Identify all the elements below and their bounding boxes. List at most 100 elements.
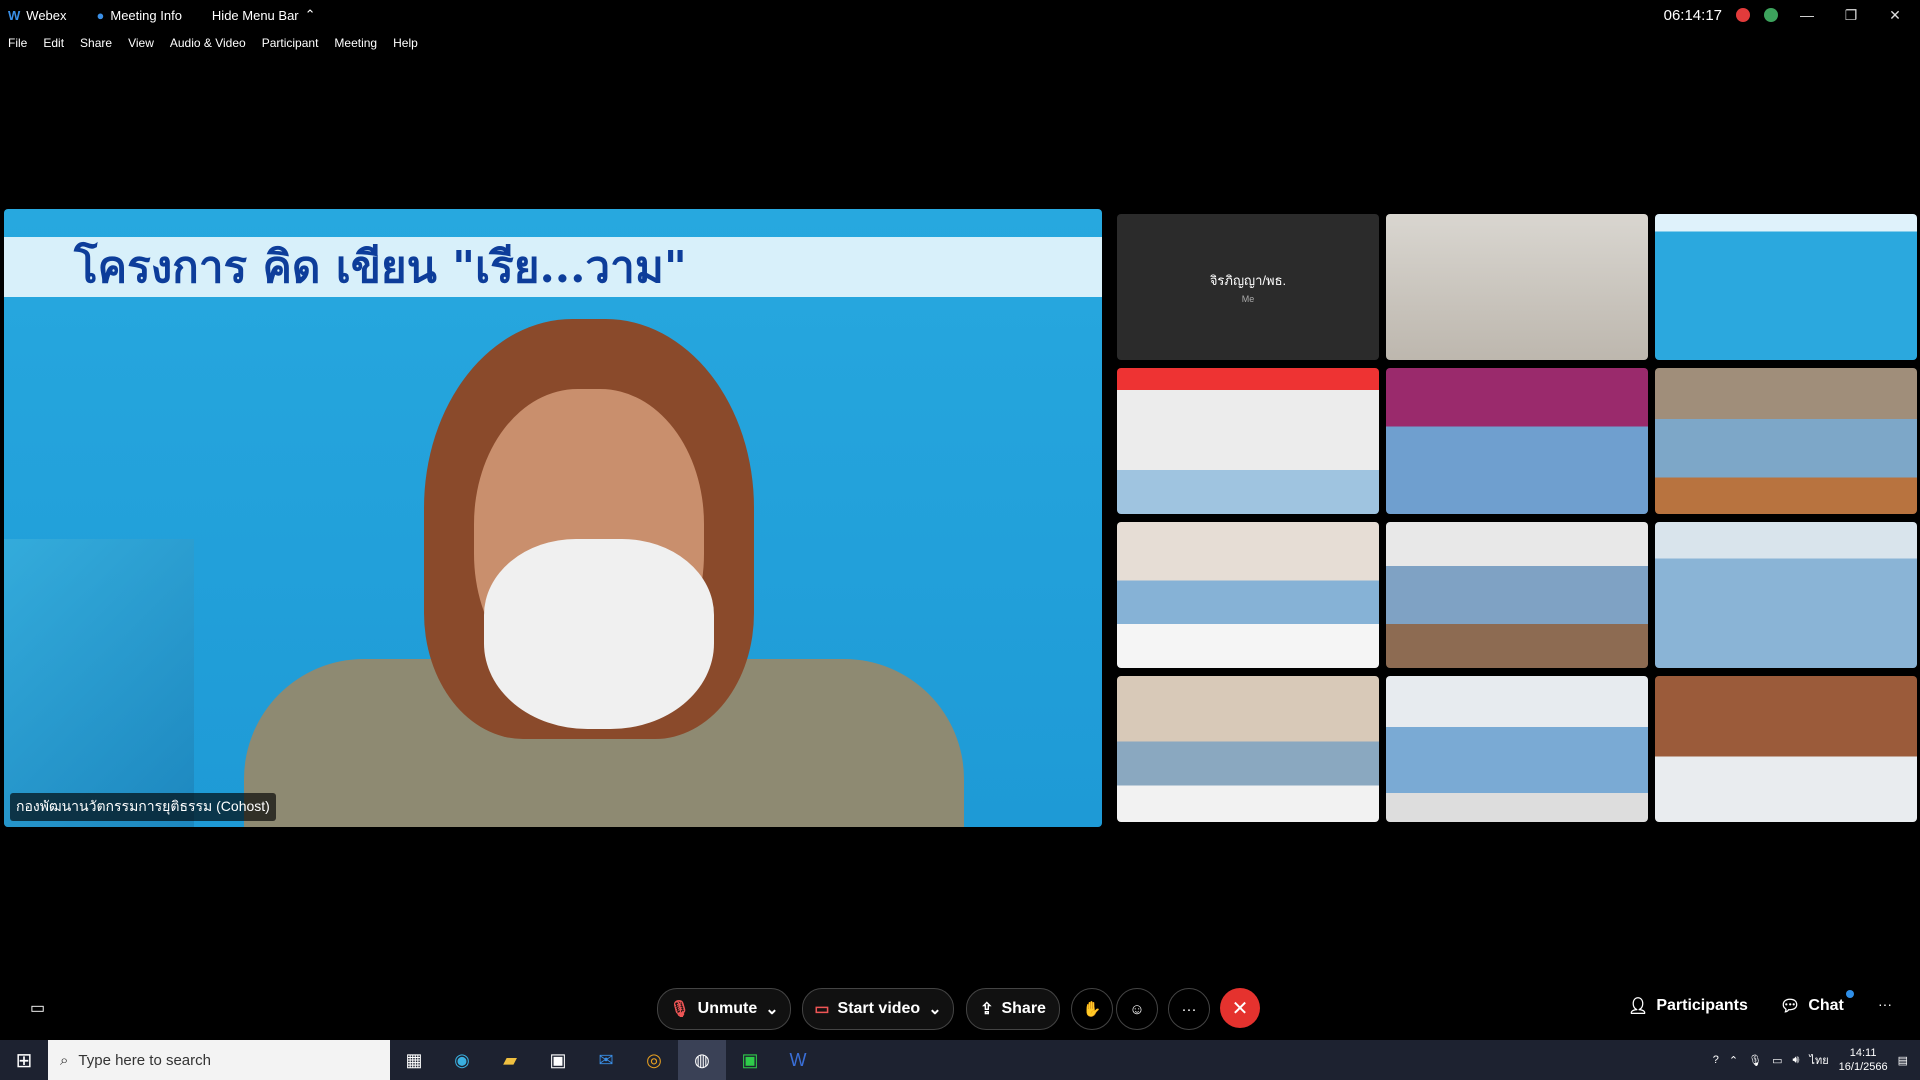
- chevron-up-icon[interactable]: ⌃: [1729, 1054, 1738, 1067]
- more-icon[interactable]: ···: [1878, 996, 1892, 1012]
- speaker-figure: [244, 319, 964, 827]
- avatar[interactable]: [1764, 8, 1778, 22]
- participant-tile[interactable]: [1655, 368, 1917, 514]
- store-icon[interactable]: ▣: [534, 1040, 582, 1080]
- taskbar-clock[interactable]: 14:11 16/1/2566: [1839, 1046, 1888, 1074]
- word-icon[interactable]: W: [774, 1040, 822, 1080]
- chat-label: Chat: [1808, 997, 1844, 1014]
- close-icon[interactable]: ✕: [1880, 7, 1910, 24]
- info-icon: ●: [96, 7, 105, 23]
- participant-tile[interactable]: [1117, 368, 1379, 514]
- close-icon: ✕: [1231, 997, 1249, 1020]
- webex-logo-icon: W: [8, 7, 21, 23]
- participant-tile[interactable]: [1655, 214, 1917, 360]
- menu-bar: File Edit Share View Audio & Video Parti…: [0, 32, 426, 54]
- mic-muted-icon: 🎙︎: [669, 1001, 690, 1018]
- banner-text: โครงการ คิด เขียน "เรีย...วาม": [4, 237, 1102, 297]
- more-icon: ···: [1181, 1000, 1197, 1018]
- search-icon: ⌕: [60, 1051, 69, 1069]
- help-icon[interactable]: ?: [1713, 1054, 1719, 1066]
- speaker-name-label: กองพัฒนานวัตกรรมการยุติธรรม (Cohost): [10, 793, 276, 821]
- hand-icon: ✋: [1082, 1001, 1102, 1018]
- participants-label: Participants: [1656, 997, 1748, 1014]
- meeting-clock: 06:14:17: [1663, 6, 1722, 24]
- face-mask: [484, 539, 714, 729]
- taskbar-time: 14:11: [1849, 1047, 1877, 1059]
- captions-icon[interactable]: ▭: [30, 998, 45, 1018]
- network-icon[interactable]: ▭: [1772, 1054, 1782, 1067]
- self-sub: Me: [1241, 294, 1255, 304]
- taskbar-search-input[interactable]: ⌕ Type here to search: [48, 1040, 390, 1080]
- menu-help[interactable]: Help: [393, 36, 418, 50]
- chevron-down-icon[interactable]: ⌄: [765, 999, 778, 1019]
- start-video-button[interactable]: ▭ Start video ⌄: [802, 988, 954, 1030]
- menu-edit[interactable]: Edit: [43, 36, 64, 50]
- meeting-controls: ▭ 🎙︎ Unmute ⌄ ▭ Start video ⌄ ⇪ Share ✋ …: [0, 988, 1920, 1032]
- mail-icon[interactable]: ✉: [582, 1040, 630, 1080]
- menu-view[interactable]: View: [128, 36, 154, 50]
- self-video-tile[interactable]: จิรภิญญา/พธ. Me: [1117, 214, 1379, 360]
- chevron-down-icon[interactable]: ⌄: [928, 999, 941, 1019]
- active-speaker-video[interactable]: โครงการ คิด เขียน "เรีย...วาม" กองพัฒนาน…: [4, 209, 1102, 827]
- smiley-icon: ☺: [1129, 1000, 1145, 1018]
- chrome-icon[interactable]: ◎: [630, 1040, 678, 1080]
- participant-tile[interactable]: [1386, 676, 1648, 822]
- menu-file[interactable]: File: [8, 36, 27, 50]
- chevron-up-icon: ⌃: [304, 7, 316, 22]
- end-call-button[interactable]: ✕: [1220, 988, 1260, 1028]
- unmute-button[interactable]: 🎙︎ Unmute ⌄: [657, 988, 791, 1030]
- participant-grid: จิรภิญญา/พธ. Me: [1117, 214, 1917, 822]
- participant-tile[interactable]: [1386, 214, 1648, 360]
- chat-button[interactable]: 💬︎ Chat: [1780, 996, 1844, 1016]
- meeting-info-label: Meeting Info: [110, 7, 182, 23]
- windows-taskbar: ⊞ ⌕ Type here to search ▦ ◉ ▰ ▣ ✉ ◎ ◍ ▣ …: [0, 1040, 1920, 1080]
- chat-icon: 💬︎: [1780, 998, 1801, 1015]
- participant-tile[interactable]: [1386, 368, 1648, 514]
- person-icon: 👤︎: [1628, 998, 1649, 1015]
- search-placeholder: Type here to search: [78, 1051, 211, 1069]
- raise-hand-button[interactable]: ✋: [1071, 988, 1113, 1030]
- recording-icon[interactable]: [1736, 8, 1750, 22]
- menu-meeting[interactable]: Meeting: [334, 36, 377, 50]
- notification-center-icon[interactable]: ▤: [1898, 1054, 1908, 1067]
- hide-menu-bar-button[interactable]: Hide Menu Bar ⌃: [212, 7, 316, 23]
- webex-app[interactable]: W Webex: [8, 8, 67, 23]
- edge-icon[interactable]: ◉: [438, 1040, 486, 1080]
- taskbar-date: 16/1/2566: [1838, 1061, 1888, 1073]
- volume-icon[interactable]: 🔊︎: [1792, 1054, 1799, 1067]
- notification-dot: [1846, 990, 1854, 998]
- hide-menu-label: Hide Menu Bar: [211, 7, 299, 23]
- webex-taskbar-icon[interactable]: ◍: [678, 1040, 726, 1080]
- title-bar: W Webex ● Meeting Info Hide Menu Bar ⌃ 0…: [0, 0, 1920, 30]
- share-button[interactable]: ⇪ Share: [966, 988, 1060, 1030]
- titlebar-right: 06:14:17 — ❐ ✕: [1664, 0, 1920, 30]
- share-icon: ⇪: [980, 1001, 994, 1018]
- participant-tile[interactable]: [1117, 676, 1379, 822]
- video-off-icon: ▭: [814, 1001, 830, 1018]
- menu-audio-video[interactable]: Audio & Video: [170, 36, 246, 50]
- unmute-label: Unmute: [697, 1000, 758, 1017]
- task-view-icon[interactable]: ▦: [390, 1040, 438, 1080]
- participant-tile[interactable]: [1386, 522, 1648, 668]
- books-background: [4, 539, 194, 827]
- menu-participant[interactable]: Participant: [262, 36, 319, 50]
- file-explorer-icon[interactable]: ▰: [486, 1040, 534, 1080]
- participant-tile[interactable]: [1655, 676, 1917, 822]
- start-video-label: Start video: [837, 1000, 921, 1017]
- system-tray: ? ⌃ 🎙︎ ▭ 🔊︎ ไทย 14:11 16/1/2566 ▤: [1713, 1040, 1920, 1080]
- line-icon[interactable]: ▣: [726, 1040, 774, 1080]
- windows-start-icon[interactable]: ⊞: [0, 1040, 48, 1080]
- reactions-button[interactable]: ☺: [1116, 988, 1158, 1030]
- participant-tile[interactable]: [1655, 522, 1917, 668]
- minimize-icon[interactable]: —: [1792, 7, 1822, 23]
- participant-tile[interactable]: [1117, 522, 1379, 668]
- app-name: Webex: [26, 7, 67, 23]
- participants-button[interactable]: 👤︎ Participants: [1628, 996, 1748, 1016]
- more-options-button[interactable]: ···: [1168, 988, 1210, 1030]
- menu-share[interactable]: Share: [80, 36, 112, 50]
- microphone-icon[interactable]: 🎙︎: [1748, 1054, 1762, 1067]
- restore-icon[interactable]: ❐: [1836, 7, 1866, 24]
- language-indicator[interactable]: ไทย: [1809, 1051, 1828, 1069]
- share-label: Share: [1001, 1000, 1046, 1017]
- meeting-info-button[interactable]: ● Meeting Info: [97, 8, 182, 23]
